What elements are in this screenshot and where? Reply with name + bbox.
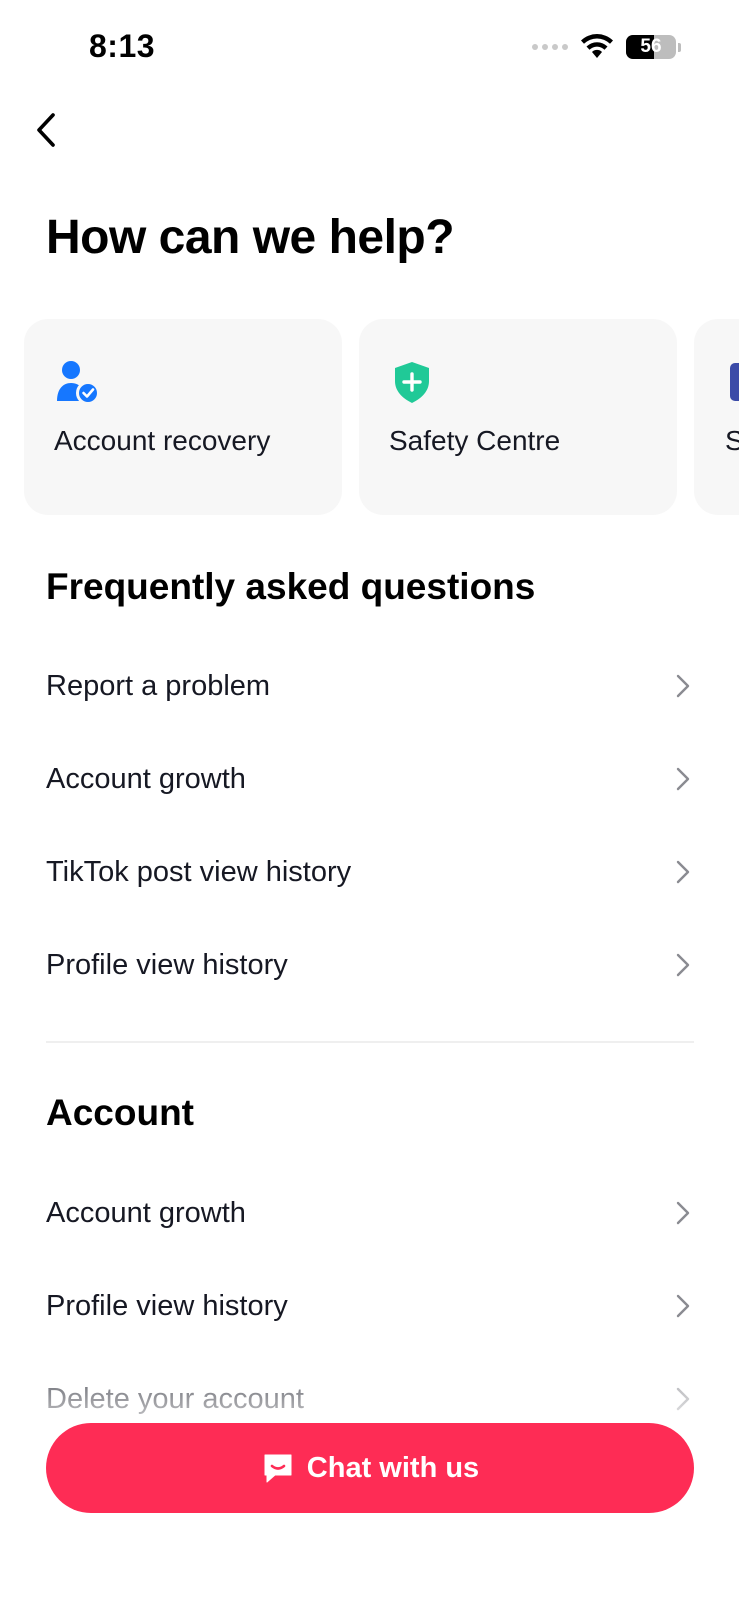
card-label: S <box>725 425 739 456</box>
user-check-icon <box>57 361 100 405</box>
status-time: 8:13 <box>89 28 156 64</box>
list-item-label: Report a problem <box>46 669 271 702</box>
page-title: How can we help? <box>46 211 455 264</box>
account-item-profile-view-history[interactable]: Profile view history <box>46 1266 694 1346</box>
account-section-title: Account <box>46 1092 194 1133</box>
status-bar: 8:13 56 <box>0 0 739 100</box>
chevron-right-icon <box>676 1387 690 1411</box>
faq-item-report-a-problem[interactable]: Report a problem <box>46 646 694 726</box>
list-item-label: Account growth <box>46 1196 246 1229</box>
back-button[interactable] <box>24 108 68 152</box>
section-divider <box>46 1041 694 1043</box>
partial-card-icon <box>730 363 739 401</box>
list-item-label: Profile view history <box>46 1289 288 1322</box>
list-item-label: TikTok post view history <box>46 855 352 888</box>
list-item-label: Delete your account <box>46 1382 304 1415</box>
partial-card[interactable]: S <box>694 319 739 515</box>
wifi-icon <box>581 34 613 58</box>
chevron-right-icon <box>676 1201 690 1225</box>
list-item-label: Account growth <box>46 762 246 795</box>
chevron-right-icon <box>676 767 690 791</box>
battery-tip <box>678 42 681 52</box>
quick-cards: Account recovery Safety Centre S <box>24 319 739 515</box>
faq-section-title: Frequently asked questions <box>46 566 536 607</box>
faq-item-post-view-history[interactable]: TikTok post view history <box>46 832 694 912</box>
list-item-label: Profile view history <box>46 948 288 981</box>
battery-icon: 56 <box>626 35 676 59</box>
safety-centre-card[interactable]: Safety Centre <box>359 319 677 515</box>
card-label: Account recovery <box>54 425 271 456</box>
cellular-signal-icon <box>532 44 568 50</box>
chevron-right-icon <box>676 1294 690 1318</box>
chat-with-us-button[interactable]: Chat with us <box>46 1423 694 1513</box>
chevron-right-icon <box>676 674 690 698</box>
account-recovery-card[interactable]: Account recovery <box>24 319 342 515</box>
card-label: Safety Centre <box>389 425 561 456</box>
chat-bubble-icon <box>264 1454 292 1483</box>
shield-plus-icon <box>395 362 429 403</box>
chevron-right-icon <box>676 953 690 977</box>
chevron-right-icon <box>676 860 690 884</box>
chevron-left-icon <box>37 113 55 147</box>
faq-item-account-growth[interactable]: Account growth <box>46 739 694 819</box>
faq-item-profile-view-history[interactable]: Profile view history <box>46 925 694 1005</box>
status-icons: 56 <box>532 34 681 60</box>
battery-level: 56 <box>640 36 662 57</box>
chat-button-label: Chat with us <box>306 1451 480 1484</box>
account-item-account-growth[interactable]: Account growth <box>46 1173 694 1253</box>
